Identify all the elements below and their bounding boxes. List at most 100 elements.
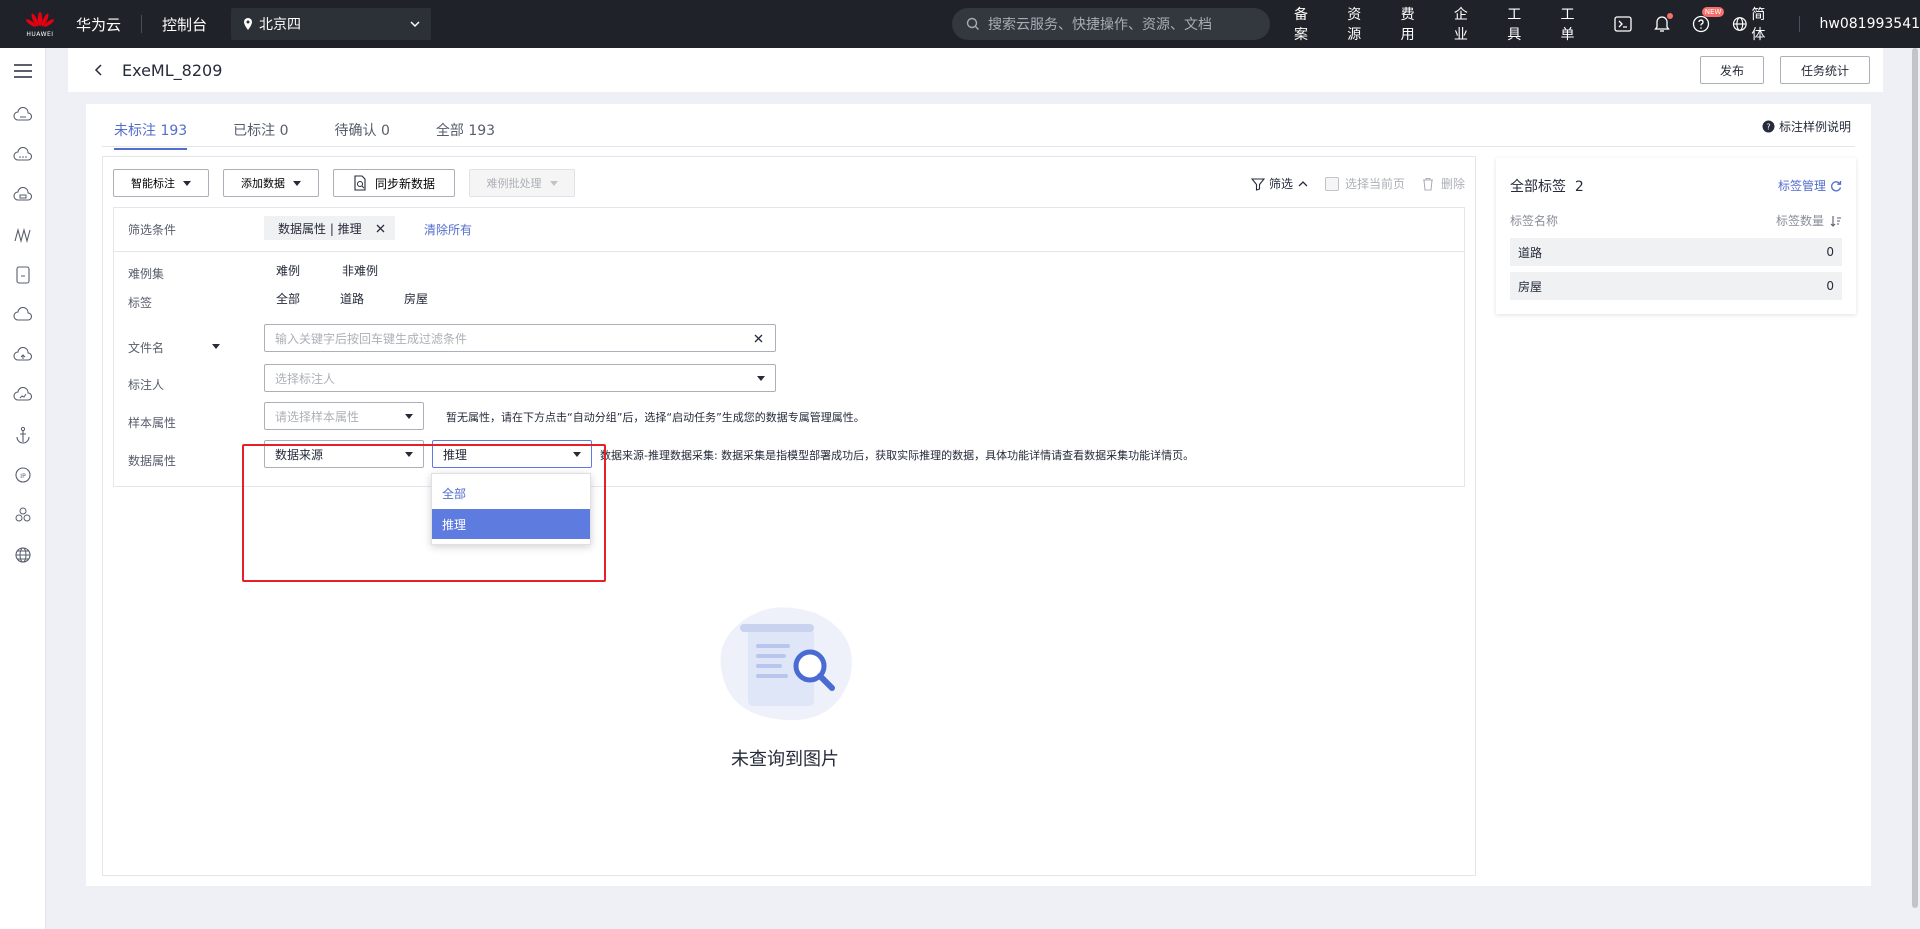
tag-option-all[interactable]: 全部 (276, 290, 300, 307)
cloud-compute-icon[interactable] (12, 144, 34, 166)
delete-button[interactable]: 删除 (1421, 175, 1465, 192)
label-management-link[interactable]: 标签管理 (1778, 177, 1842, 194)
globe-icon (1732, 17, 1747, 31)
sync-doc-icon (354, 175, 366, 191)
label-row-name: 房屋 (1518, 279, 1543, 294)
empty-state-text: 未查询到图片 (731, 749, 839, 770)
caret-down-icon (183, 180, 191, 186)
language-label: 简体 (1751, 7, 1766, 43)
global-search[interactable]: 搜索云服务、快捷操作、资源、文档 (952, 8, 1270, 40)
device-icon[interactable] (12, 264, 34, 286)
svg-text:IP: IP (20, 473, 26, 480)
add-data-label: 添加数据 (241, 178, 285, 190)
cloud-service-icon[interactable] (12, 104, 34, 126)
page-scrollbar[interactable] (1912, 48, 1918, 908)
search-icon (966, 17, 979, 30)
toolbar-right: 筛选 选择当前页 删除 (1250, 175, 1465, 192)
brand-name[interactable]: 华为云 (76, 14, 121, 35)
chevron-up-icon (1298, 180, 1308, 186)
filename-label: 文件名 (128, 341, 165, 355)
labeling-guide-link[interactable]: ? 标注样例说明 (1762, 118, 1851, 135)
help-center-icon[interactable]: NEW (1692, 7, 1725, 33)
label-table-header: 标签名称 标签数量 (1510, 212, 1842, 229)
smart-label-label: 智能标注 (131, 178, 175, 190)
filename-search-input[interactable]: 输入关键字后按回车键生成过滤条件 (264, 324, 776, 352)
caret-down-icon (757, 376, 765, 381)
modelarts-icon[interactable] (12, 224, 34, 246)
sample-attribute-note: 暂无属性，请在下方点击“自动分组”后，选择“启动任务”生成您的数据专属管理属性。 (446, 411, 865, 424)
sync-data-button[interactable]: 同步新数据 (333, 169, 455, 197)
delete-label: 删除 (1440, 177, 1465, 191)
annotator-label: 标注人 (128, 378, 165, 392)
hard-example-label: 难例集 (128, 267, 165, 281)
smart-label-button[interactable]: 智能标注 (113, 169, 209, 197)
filter-chip: 数据属性 | 推理 (264, 216, 395, 240)
annotator-placeholder: 选择标注人 (275, 371, 336, 386)
nav-link-resources[interactable]: 资源 (1347, 4, 1374, 44)
terminal-icon[interactable] (1614, 16, 1632, 32)
region-selector[interactable]: 北京四 (231, 8, 432, 40)
console-link[interactable]: 控制台 (162, 14, 207, 35)
add-data-button[interactable]: 添加数据 (223, 169, 319, 197)
page-title: ExeML_8209 (122, 60, 223, 80)
cloud-icon[interactable] (12, 304, 34, 326)
svg-text:?: ? (1766, 123, 1770, 132)
select-page-checkbox[interactable] (1324, 176, 1339, 191)
toolbar: 智能标注 添加数据 同步新数据 难例批处理 (113, 169, 575, 197)
annotator-select[interactable]: 选择标注人 (264, 364, 776, 392)
cloud-storage-icon[interactable] (12, 184, 34, 206)
hard-example-batch-button[interactable]: 难例批处理 (469, 169, 575, 197)
label-count: 2 (1574, 179, 1584, 195)
huawei-logo[interactable]: HUAWEI (12, 0, 68, 48)
logo-subtext: HUAWEI (26, 31, 54, 38)
anchor-icon[interactable] (12, 424, 34, 446)
tag-filter-label: 标签 (128, 296, 153, 310)
back-arrow-icon[interactable] (92, 63, 106, 77)
highlight-annotation-box (242, 444, 606, 582)
sample-attribute-select[interactable]: 请选择样本属性 (264, 402, 424, 430)
nav-link-billing[interactable]: 费用 (1401, 4, 1428, 44)
data-attribute-note: 数据来源-推理数据采集: 数据采集是指模型部署成功后，获取实际推理的数据，具体功… (600, 449, 1195, 462)
cloud-monitor-icon[interactable] (12, 384, 34, 406)
nav-link-tickets[interactable]: 工单 (1560, 4, 1587, 44)
close-icon[interactable] (376, 224, 385, 233)
huawei-logo-icon (25, 12, 55, 27)
trash-icon (1422, 177, 1433, 191)
nav-link-enterprise[interactable]: 企业 (1454, 4, 1481, 44)
label-management-label: 标签管理 (1777, 179, 1826, 193)
divider (141, 15, 143, 33)
tag-option-building[interactable]: 房屋 (404, 290, 428, 307)
ip-icon[interactable]: IP (12, 464, 34, 486)
tag-option-road[interactable]: 道路 (340, 290, 364, 307)
clear-all-link[interactable]: 清除所有 (424, 221, 472, 238)
label-name-column: 标签名称 (1510, 214, 1559, 228)
bell-icon[interactable] (1653, 13, 1673, 33)
sort-icon[interactable] (1830, 215, 1842, 227)
cloud-upload-icon[interactable] (12, 344, 34, 366)
refresh-icon[interactable] (1830, 180, 1842, 192)
language-switch[interactable]: 简体 (1732, 4, 1779, 44)
filter-funnel-icon (1250, 177, 1265, 191)
label-row[interactable]: 房屋 0 (1510, 272, 1842, 300)
nav-link-filing[interactable]: 备案 (1294, 4, 1321, 44)
non-hard-example-option[interactable]: 非难例 (342, 262, 378, 279)
label-row[interactable]: 道路 0 (1510, 238, 1842, 266)
filename-selector[interactable]: 文件名 (128, 339, 164, 356)
clear-input-icon[interactable] (754, 334, 763, 343)
data-attribute-label: 数据属性 (128, 454, 177, 468)
publish-button[interactable]: 发布 (1700, 56, 1764, 84)
task-stats-button[interactable]: 任务统计 (1780, 56, 1870, 84)
filter-toggle[interactable]: 筛选 (1250, 175, 1309, 192)
username[interactable]: hw081993541 (1820, 16, 1920, 32)
page-header: ExeML_8209 发布 任务统计 (68, 48, 1883, 92)
select-page-label: 选择当前页 (1344, 177, 1405, 191)
cluster-icon[interactable] (12, 504, 34, 526)
globe-network-icon[interactable] (12, 544, 34, 566)
menu-icon[interactable] (12, 60, 34, 82)
select-current-page[interactable]: 选择当前页 (1324, 175, 1405, 192)
search-placeholder: 搜索云服务、快捷操作、资源、文档 (988, 17, 1212, 33)
caret-down-icon[interactable] (212, 344, 220, 349)
nav-link-tools[interactable]: 工具 (1507, 4, 1534, 44)
label-count-column[interactable]: 标签数量 (1776, 212, 1842, 229)
hard-example-option[interactable]: 难例 (276, 262, 300, 279)
